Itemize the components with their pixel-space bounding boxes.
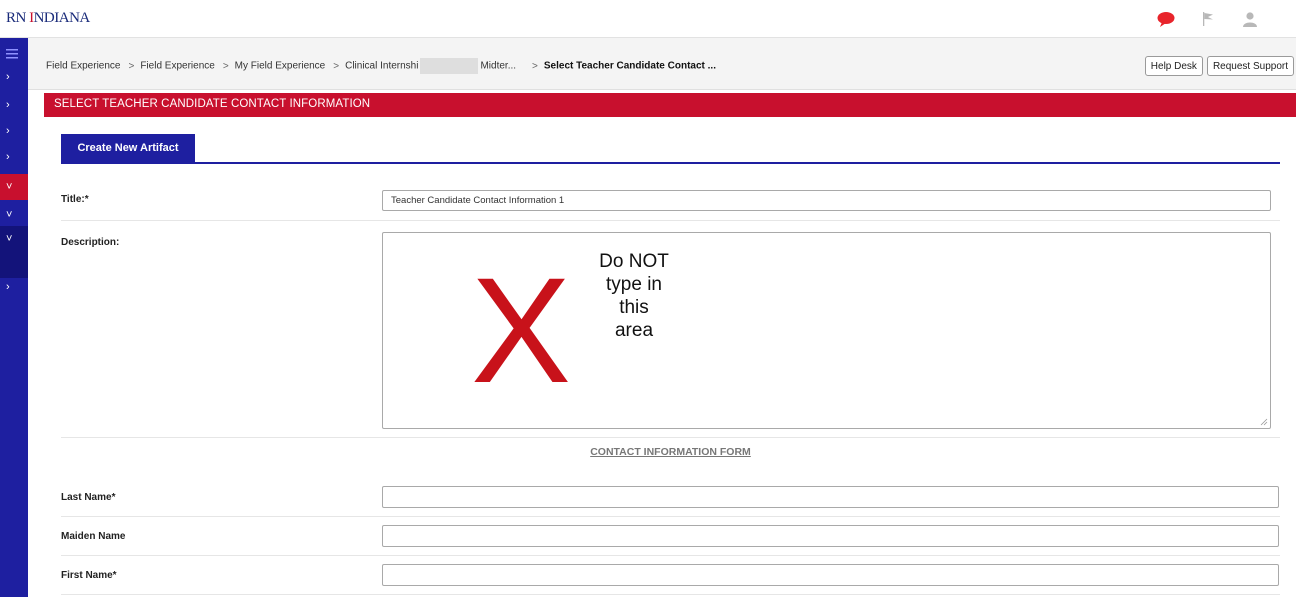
chevron-right-icon: › xyxy=(6,151,10,163)
breadcrumb-item[interactable]: Clinical Internshi xyxy=(345,61,418,72)
tab-create-new-artifact[interactable]: Create New Artifact xyxy=(61,134,195,162)
breadcrumb-bar: Field Experience > Field Experience > My Fie… xyxy=(28,38,1296,90)
breadcrumb-current: Select Teacher Candidate Contact ... xyxy=(543,60,716,72)
breadcrumb-item[interactable]: Midter... xyxy=(480,61,516,72)
rail-item-7[interactable]: ˅ xyxy=(0,226,28,252)
chevron-right-icon: › xyxy=(6,71,10,83)
title-input[interactable]: Teacher Candidate Contact Information 1 xyxy=(382,190,1271,211)
breadcrumb-separator: > xyxy=(532,60,538,72)
flag-icon[interactable] xyxy=(1198,9,1218,29)
top-bar: RN INDIANA xyxy=(0,0,1296,38)
logo-prefix: RN xyxy=(6,10,30,26)
chevron-right-icon: › xyxy=(6,281,10,293)
rail-item-4[interactable]: › xyxy=(0,144,28,170)
row-divider xyxy=(61,220,1280,221)
description-textarea[interactable]: X Do NOT type in this area xyxy=(382,232,1271,429)
title-label: Title:* xyxy=(61,194,89,205)
help-desk-button[interactable]: Help Desk xyxy=(1144,56,1203,76)
breadcrumb-item[interactable]: My Field Experience xyxy=(235,61,326,72)
rail-item-3[interactable]: › xyxy=(0,118,28,144)
row-divider xyxy=(61,555,1280,556)
menu-icon[interactable] xyxy=(0,40,28,66)
maiden-name-label: Maiden Name xyxy=(61,531,126,542)
first-name-label: First Name* xyxy=(61,570,117,581)
left-nav-rail: › › › › ˅ ˅ ˅ › xyxy=(0,38,28,597)
header-actions: Help Desk Request Support xyxy=(1144,56,1294,76)
tab-bar: Create New Artifact xyxy=(61,134,1280,164)
redacted-block xyxy=(420,58,479,74)
do-not-type-x-mark: X xyxy=(471,246,572,414)
chevron-down-icon: ˅ xyxy=(6,233,13,245)
description-label: Description: xyxy=(61,237,120,248)
page-title: SELECT TEACHER CANDIDATE CONTACT INFORMA… xyxy=(44,93,1296,117)
contact-info-section-title[interactable]: CONTACT INFORMATION FORM xyxy=(61,446,1280,458)
breadcrumb-separator: > xyxy=(333,60,340,72)
breadcrumb-separator: > xyxy=(222,60,229,72)
first-name-input[interactable] xyxy=(382,564,1279,586)
breadcrumb: Field Experience > Field Experience > My Fie… xyxy=(46,58,716,74)
rail-item-6[interactable]: ˅ xyxy=(0,202,28,228)
chevron-right-icon: › xyxy=(6,99,10,111)
logo[interactable]: RN INDIANA xyxy=(6,10,90,27)
row-divider xyxy=(61,594,1280,595)
rail-item-2[interactable]: › xyxy=(0,92,28,118)
breadcrumb-item[interactable]: Field Experience xyxy=(140,61,214,72)
chat-bubble-icon[interactable] xyxy=(1156,9,1176,29)
logo-suffix: NDIANA xyxy=(33,10,91,26)
chevron-down-icon: ˅ xyxy=(6,209,13,221)
rail-item-5[interactable]: ˅ xyxy=(0,174,28,200)
row-divider xyxy=(61,516,1280,517)
resize-grip-icon[interactable] xyxy=(1260,418,1268,426)
rail-item-9[interactable]: › xyxy=(0,274,28,300)
rail-item-1[interactable]: › xyxy=(0,64,28,90)
do-not-type-warning: Do NOT type in this area xyxy=(599,251,669,341)
breadcrumb-item[interactable]: Field Experience xyxy=(46,61,120,72)
top-icons xyxy=(1156,9,1260,29)
user-icon[interactable] xyxy=(1240,9,1260,29)
chevron-down-icon: ˅ xyxy=(6,181,13,193)
breadcrumb-separator: > xyxy=(128,60,135,72)
chevron-right-icon: › xyxy=(6,125,10,137)
last-name-input[interactable] xyxy=(382,486,1279,508)
last-name-label: Last Name* xyxy=(61,492,116,503)
row-divider xyxy=(61,437,1280,438)
maiden-name-input[interactable] xyxy=(382,525,1279,547)
request-support-button[interactable]: Request Support xyxy=(1206,56,1294,76)
